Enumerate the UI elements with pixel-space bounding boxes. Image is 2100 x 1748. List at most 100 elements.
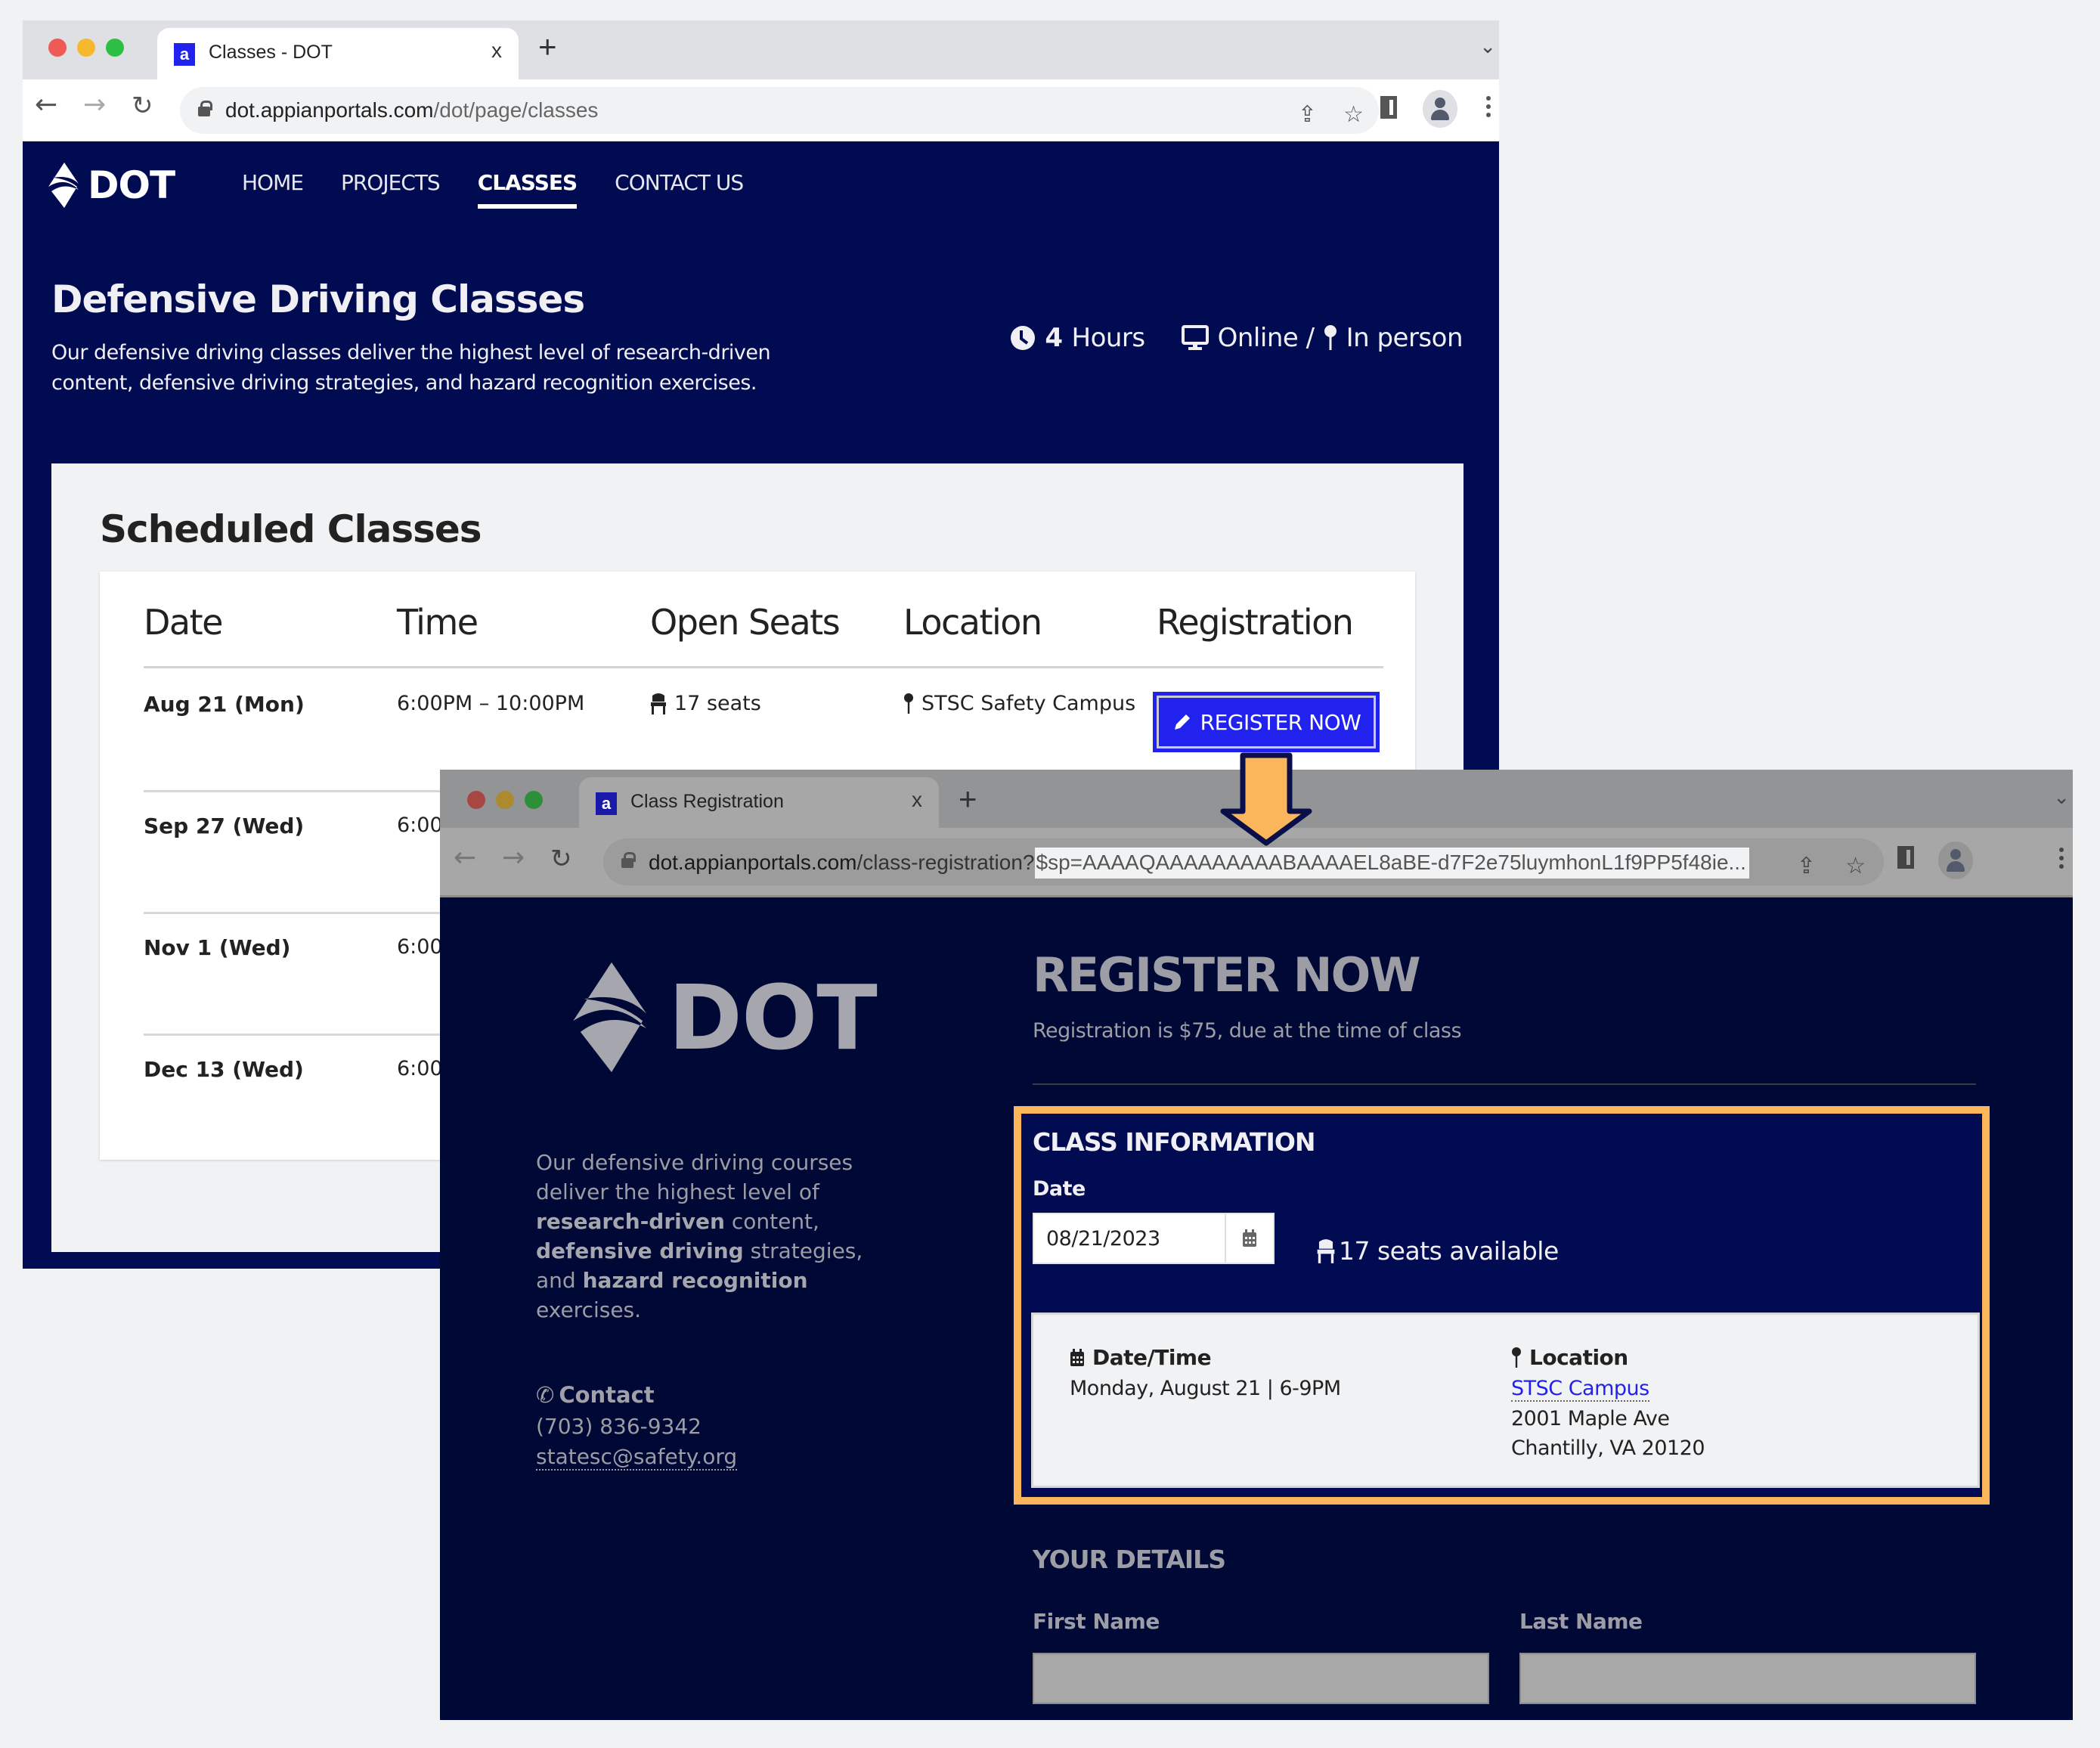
date-picker-field[interactable]: 08/21/2023: [1033, 1213, 1275, 1264]
nav-contact-us[interactable]: CONTACT US: [615, 170, 744, 195]
column-header-date: Date: [144, 602, 223, 643]
dot-logo-icon: [48, 163, 79, 208]
address-bar[interactable]: dot.appianportals.com/dot/page/classes ⇪…: [180, 87, 1379, 134]
clock-icon: [1011, 326, 1036, 350]
browser-menu-icon[interactable]: [2059, 848, 2064, 872]
datetime-heading: Date/Time: [1070, 1345, 1212, 1370]
monitor-icon: [1181, 325, 1209, 350]
cell-date: Nov 1 (Wed): [144, 935, 291, 960]
contact-phone: (703) 836-9342: [536, 1414, 702, 1439]
profile-avatar-icon[interactable]: [1423, 90, 1457, 128]
cell-time: 6:00: [397, 814, 443, 837]
datetime-value: Monday, August 21 | 6-9PM: [1070, 1377, 1341, 1400]
tab-search-chevron-icon[interactable]: ⌄: [2053, 786, 2070, 809]
browser-window-class-registration: a Class Registration x + ⌄ ← → ↻ dot.app…: [440, 770, 2073, 1720]
cell-date: Aug 21 (Mon): [144, 692, 305, 717]
class-meta: 4 Hours Online / In person: [1010, 323, 1463, 353]
minimize-window-button[interactable]: [496, 791, 514, 809]
share-icon[interactable]: ⇪: [1298, 104, 1317, 126]
address-line-1: 2001 Maple Ave: [1511, 1407, 1670, 1430]
chair-icon: [1317, 1238, 1335, 1263]
back-arrow-icon[interactable]: ←: [454, 845, 476, 872]
first-name-input[interactable]: [1033, 1653, 1489, 1704]
dot-logo-icon: [573, 962, 647, 1073]
bookmark-star-icon[interactable]: ☆: [1845, 855, 1866, 878]
seats-available: 17 seats available: [1316, 1236, 1559, 1266]
registration-fee-text: Registration is $75, due at the time of …: [1033, 1019, 1462, 1043]
location-heading: Location: [1511, 1345, 1628, 1370]
bookmark-star-icon[interactable]: ☆: [1343, 104, 1364, 126]
minimize-window-button[interactable]: [77, 39, 95, 57]
date-value[interactable]: 08/21/2023: [1046, 1227, 1160, 1251]
column-header-registration: Registration: [1157, 602, 1354, 643]
appian-favicon-icon: a: [174, 43, 195, 66]
map-pin-icon: [1512, 1347, 1521, 1368]
course-description: Our defensive driving courses deliver th…: [536, 1150, 863, 1322]
close-window-button[interactable]: [467, 791, 485, 809]
lock-icon: [621, 852, 636, 868]
nav-classes[interactable]: CLASSES: [477, 170, 578, 209]
contact-email[interactable]: statesc@safety.org: [536, 1444, 738, 1471]
share-icon[interactable]: ⇪: [1797, 855, 1816, 878]
url-text[interactable]: dot.appianportals.com/class-registration…: [649, 848, 1749, 879]
cell-time: 6:00PM – 10:00PM: [397, 692, 585, 715]
browser-menu-icon[interactable]: [1486, 96, 1491, 121]
side-panel-icon[interactable]: [1380, 96, 1397, 119]
map-pin-icon: [1324, 325, 1337, 350]
dot-logo[interactable]: DOT: [555, 959, 878, 1076]
maximize-window-button[interactable]: [525, 791, 543, 809]
phone-icon: ✆: [536, 1382, 555, 1408]
contact-heading: ✆ Contact: [536, 1382, 655, 1408]
logo-text: DOT: [88, 163, 175, 207]
column-header-open-seats: Open Seats: [650, 602, 841, 643]
table-header: Date Time Open Seats Location Registrati…: [144, 602, 1383, 668]
divider: [1033, 1083, 1976, 1085]
chair-icon: [651, 693, 666, 714]
appian-favicon-icon: a: [596, 792, 617, 815]
cell-location: STSC Safety Campus: [903, 692, 1135, 715]
forward-arrow-icon[interactable]: →: [502, 845, 525, 872]
register-now-button[interactable]: REGISTER NOW: [1153, 692, 1380, 752]
site-header: DOT HOME PROJECTS CLASSES CONTACT US: [23, 141, 1499, 209]
close-window-button[interactable]: [48, 39, 67, 57]
forward-arrow-icon[interactable]: →: [83, 91, 106, 119]
new-tab-button[interactable]: +: [538, 31, 557, 63]
tab-class-registration[interactable]: a Class Registration x: [579, 777, 939, 828]
format-online: Online /: [1217, 323, 1315, 353]
date-label: Date: [1033, 1177, 1086, 1201]
side-panel-icon[interactable]: [1897, 846, 1914, 869]
profile-avatar-icon[interactable]: [1938, 841, 1973, 879]
nav-home[interactable]: HOME: [242, 170, 304, 195]
maximize-window-button[interactable]: [106, 39, 124, 57]
column-header-location: Location: [903, 602, 1042, 643]
tab-classes-dot[interactable]: a Classes - DOT x: [157, 28, 519, 79]
cell-time: 6:00: [397, 1057, 443, 1080]
location-link[interactable]: STSC Campus: [1511, 1377, 1649, 1402]
tab-title: Classes - DOT: [209, 42, 333, 63]
cell-time: 6:00: [397, 935, 443, 959]
dot-logo[interactable]: DOT: [42, 161, 175, 209]
reload-icon[interactable]: ↻: [550, 846, 572, 872]
close-tab-icon[interactable]: x: [491, 39, 502, 63]
new-tab-button[interactable]: +: [959, 783, 977, 815]
calendar-icon: [1070, 1348, 1084, 1366]
cell-date: Dec 13 (Wed): [144, 1057, 304, 1082]
url-text[interactable]: dot.appianportals.com/dot/page/classes: [225, 98, 598, 122]
reload-icon[interactable]: ↻: [132, 93, 153, 119]
close-tab-icon[interactable]: x: [912, 788, 922, 812]
url-query-highlight: $sp=AAAAQAAAAAAAAABAAAAEL8aBE-d7F2e75luy…: [1034, 848, 1749, 879]
nav-projects[interactable]: PROJECTS: [341, 170, 441, 195]
last-name-input[interactable]: [1519, 1653, 1976, 1704]
tab-search-chevron-icon[interactable]: ⌄: [1479, 36, 1496, 58]
format-in-person: In person: [1346, 323, 1463, 353]
calendar-button[interactable]: [1225, 1214, 1273, 1263]
back-arrow-icon[interactable]: ←: [35, 91, 57, 119]
last-name-label: Last Name: [1519, 1609, 1643, 1634]
browser-toolbar: ← → ↻ dot.appianportals.com/dot/page/cla…: [23, 79, 1499, 141]
first-name-label: First Name: [1033, 1609, 1160, 1634]
cell-date: Sep 27 (Wed): [144, 814, 305, 838]
column-header-time: Time: [397, 602, 479, 643]
map-pin-icon: [904, 693, 913, 714]
duration-unit: Hours: [1071, 323, 1146, 353]
down-arrow-annotation-icon: [1220, 752, 1312, 846]
